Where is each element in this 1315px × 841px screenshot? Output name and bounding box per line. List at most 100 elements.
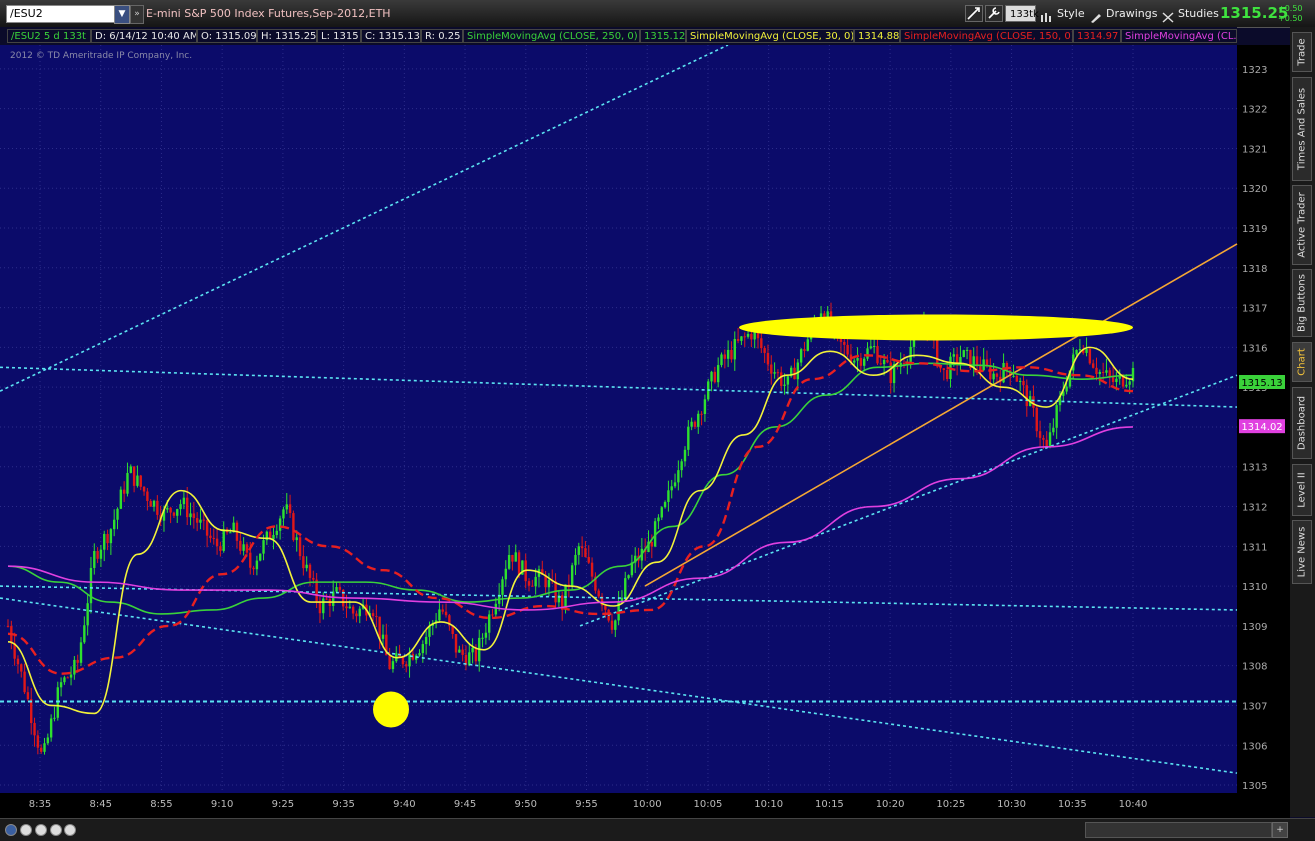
tab-trade[interactable]: Trade xyxy=(1292,32,1312,72)
zoom-icon[interactable]: + xyxy=(1272,822,1288,838)
layout-dot-icon[interactable] xyxy=(64,824,76,836)
info-open: O: 1315.09 xyxy=(197,29,257,43)
candle-body xyxy=(30,699,33,724)
layout-dot-icon[interactable] xyxy=(50,824,62,836)
candle-body xyxy=(799,349,803,363)
layout-dot-icon[interactable] xyxy=(35,824,47,836)
candle-body xyxy=(859,358,863,366)
candle-body xyxy=(312,577,315,580)
candle-body xyxy=(746,333,750,337)
candle-body xyxy=(1012,375,1015,377)
candle-body xyxy=(468,652,471,666)
time-tick-label: 8:35 xyxy=(29,799,51,810)
price-tick-label: 1317 xyxy=(1242,304,1267,315)
candle-body xyxy=(531,585,534,587)
plot-area[interactable] xyxy=(0,45,1237,793)
price-chart[interactable]: 1305 1306 1307 1308 1309 1310 1311 1312 1313 1314… xyxy=(0,45,1290,818)
study-sma-250-label[interactable]: SimpleMovingAvg (CLOSE, 250, 0) xyxy=(463,29,640,43)
studies-button[interactable]: Studies xyxy=(1178,7,1219,20)
candle-body xyxy=(697,413,700,427)
candle-body xyxy=(338,587,342,590)
layout-dot-icon[interactable] xyxy=(20,824,32,836)
candle-body xyxy=(335,587,338,592)
candle-body xyxy=(222,529,225,551)
candle-body xyxy=(126,472,129,494)
candle-body xyxy=(796,362,800,380)
price-tick-label: 1309 xyxy=(1242,622,1267,633)
candle-body xyxy=(1085,349,1088,353)
candle-body xyxy=(627,575,630,579)
candle-body xyxy=(262,540,265,554)
candle-body xyxy=(690,421,693,427)
time-tick-label: 10:05 xyxy=(694,799,723,810)
candle-body xyxy=(212,537,215,539)
style-button[interactable]: Style xyxy=(1057,7,1085,20)
candle-body xyxy=(308,564,312,578)
horizontal-scrollbar[interactable] xyxy=(1085,822,1272,838)
candle-body xyxy=(1108,370,1111,377)
candle-body xyxy=(381,634,385,639)
candle-body xyxy=(856,358,859,361)
price-axis[interactable] xyxy=(1237,45,1290,793)
candle-body xyxy=(458,649,461,653)
price-tag-label: 1314.02 xyxy=(1241,422,1282,433)
tab-live-news[interactable]: Live News xyxy=(1292,520,1312,584)
candle-body xyxy=(687,426,690,450)
symbol-dropdown-icon[interactable]: ▼ xyxy=(114,5,130,24)
price-tick-label: 1310 xyxy=(1242,582,1267,593)
pencil-icon[interactable] xyxy=(1090,8,1102,23)
tab-big-buttons[interactable]: Big Buttons xyxy=(1292,269,1312,337)
candle-body xyxy=(209,535,212,538)
time-tick-label: 10:00 xyxy=(633,799,662,810)
candle-body xyxy=(574,554,577,566)
study-sma-4-label[interactable]: SimpleMovingAvg (CL... xyxy=(1121,29,1237,43)
candle-body xyxy=(876,346,879,364)
time-tick-label: 9:55 xyxy=(575,799,597,810)
tab-active-trader[interactable]: Active Trader xyxy=(1292,185,1312,265)
drawings-button[interactable]: Drawings xyxy=(1106,7,1157,20)
link-icon[interactable] xyxy=(5,824,17,836)
candle-body xyxy=(614,620,617,630)
candle-body xyxy=(348,606,352,609)
crosshair-icon[interactable] xyxy=(965,5,983,22)
candle-body xyxy=(401,657,405,665)
symbol-input[interactable]: /ESU2 xyxy=(6,5,117,23)
chevron-icon[interactable]: » xyxy=(130,5,144,24)
price-tick-label: 1313 xyxy=(1242,463,1267,474)
candle-body xyxy=(952,354,955,357)
candle-body xyxy=(229,532,232,534)
tab-times-and-sales[interactable]: Times And Sales xyxy=(1292,77,1312,181)
price-tick-label: 1316 xyxy=(1242,343,1267,354)
studies-icon[interactable] xyxy=(1162,8,1174,23)
candle-body xyxy=(680,461,683,471)
study-sma-30-label[interactable]: SimpleMovingAvg (CLOSE, 30, 0) xyxy=(686,29,854,43)
candle-body xyxy=(992,373,995,380)
price-tick-label: 1323 xyxy=(1242,65,1267,76)
candle-body xyxy=(176,509,179,516)
candle-body xyxy=(146,491,149,502)
tab-dashboard[interactable]: Dashboard xyxy=(1292,387,1312,459)
support-highlight-circle xyxy=(373,691,409,728)
candle-body xyxy=(292,513,295,541)
candle-body xyxy=(624,578,627,598)
tab-level-ii[interactable]: Level II xyxy=(1292,464,1312,516)
time-tick-label: 10:30 xyxy=(997,799,1026,810)
style-icon[interactable] xyxy=(1040,8,1052,22)
chart-toolbar: /ESU2 ▼ » E-mini S&P 500 Index Futures,S… xyxy=(0,0,1315,28)
aggregation-badge[interactable]: 133tk xyxy=(1005,5,1039,22)
candle-body xyxy=(1128,381,1131,385)
candle-body xyxy=(945,369,949,380)
study-sma-150-value: 1314.97 xyxy=(1073,29,1121,43)
candle-body xyxy=(1101,371,1105,373)
wrench-icon[interactable] xyxy=(985,5,1003,22)
info-close: C: 1315.13 xyxy=(361,29,421,43)
tab-chart[interactable]: Chart xyxy=(1292,342,1312,382)
candle-body xyxy=(650,541,654,547)
candle-body xyxy=(142,486,146,492)
candle-body xyxy=(720,354,723,366)
price-tick-label: 1311 xyxy=(1242,542,1267,553)
candle-body xyxy=(1052,427,1055,433)
study-sma-150-label[interactable]: SimpleMovingAvg (CLOSE, 150, 0) xyxy=(900,29,1073,43)
candle-body xyxy=(96,550,99,559)
candle-body xyxy=(36,735,40,748)
